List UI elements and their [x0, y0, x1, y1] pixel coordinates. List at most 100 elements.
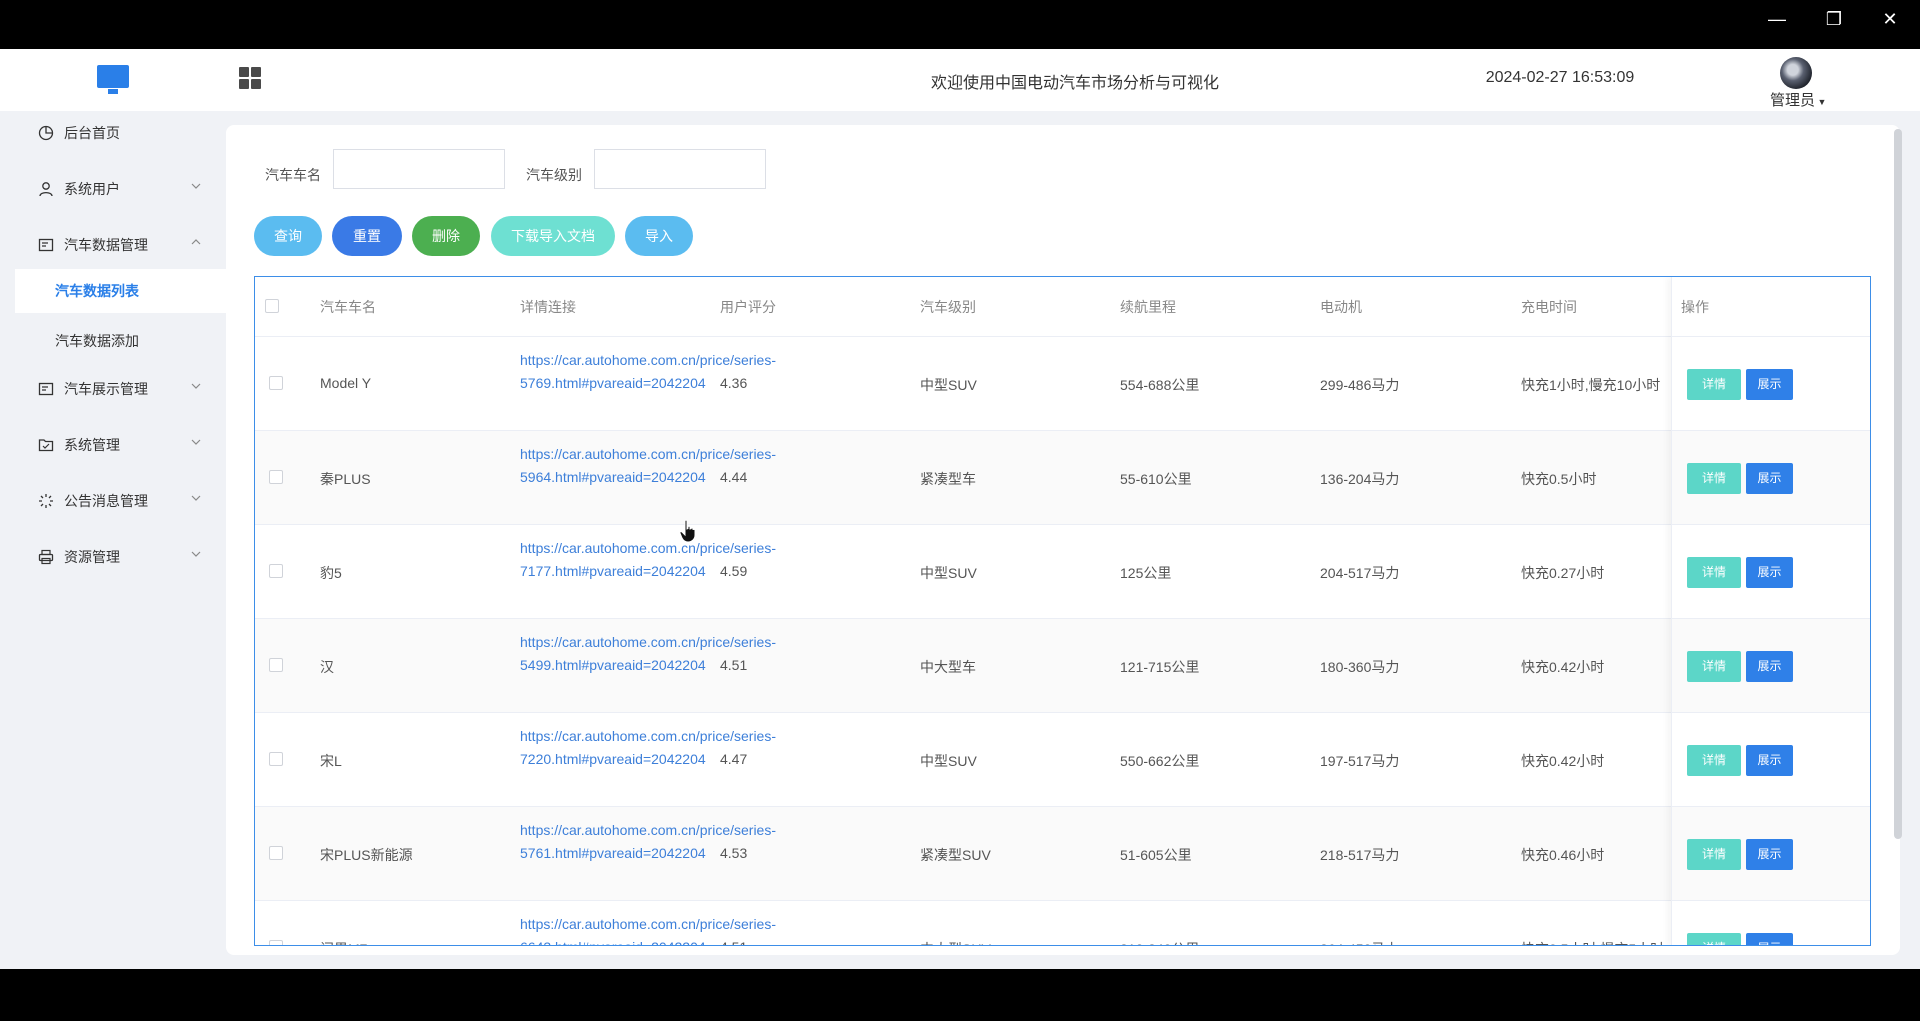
col-header-rating: 用户评分 [720, 299, 776, 315]
minimize-icon[interactable]: — [1757, 8, 1797, 30]
table-row: 汉 https://car.autohome.com.cn/price/serie… [255, 619, 1870, 713]
sidebar-item-label: 汽车数据管理 [64, 237, 148, 253]
cell-charge: 快充1小时,慢充10小时 [1521, 377, 1661, 393]
car-level-input[interactable] [594, 149, 766, 189]
cell-level: 紧凑型SUV [920, 847, 991, 863]
cell-range: 554-688公里 [1120, 377, 1200, 393]
cell-level: 中大型SUV [920, 939, 991, 945]
cell-link[interactable]: https://car.autohome.com.cn/price/series… [520, 725, 776, 771]
row-checkbox[interactable] [269, 940, 283, 945]
sidebar-item-home[interactable]: 后台首页 [15, 111, 226, 155]
cell-link[interactable]: https://car.autohome.com.cn/price/series… [520, 537, 776, 583]
row-checkbox[interactable] [269, 658, 283, 672]
cell-link[interactable]: https://car.autohome.com.cn/price/series… [520, 443, 776, 489]
sidebar-item-resources[interactable]: 资源管理 [15, 535, 226, 579]
taskbar [0, 969, 1920, 1021]
cell-name: 豹5 [320, 565, 342, 581]
row-checkbox[interactable] [269, 564, 283, 578]
actions-column [1671, 277, 1870, 945]
cell-rating: 4.47 [720, 751, 748, 767]
cell-motor: 180-360马力 [1320, 659, 1400, 675]
col-header-level: 汽车级别 [920, 299, 976, 315]
chevron-down-icon [191, 439, 201, 445]
cell-name: Model Y [320, 375, 372, 391]
sidebar-item-label: 后台首页 [64, 125, 120, 141]
col-header-motor: 电动机 [1320, 299, 1362, 315]
cell-range: 550-662公里 [1120, 753, 1200, 769]
loading-icon [39, 494, 53, 508]
reset-button[interactable]: 重置 [332, 216, 402, 256]
cell-link[interactable]: https://car.autohome.com.cn/price/series… [520, 349, 776, 395]
cell-level: 中大型车 [920, 659, 976, 675]
row-checkbox[interactable] [269, 376, 283, 390]
cell-name: 汉 [320, 659, 334, 675]
chevron-down-icon [191, 183, 201, 189]
cell-motor: 264-450马力 [1320, 939, 1399, 945]
top-header: 欢迎使用中国电动汽车市场分析与可视化 2024-02-27 16:53:09 管… [0, 49, 1920, 111]
cell-link[interactable]: https://car.autohome.com.cn/price/series… [520, 819, 776, 865]
chevron-down-icon [191, 551, 201, 557]
col-header-range: 续航里程 [1120, 299, 1176, 315]
cell-motor: 204-517马力 [1320, 565, 1400, 581]
table-row: 宋L https://car.autohome.com.cn/price/seri… [255, 713, 1870, 807]
cell-charge: 快充0.46小时 [1521, 847, 1605, 863]
page-title: 欢迎使用中国电动汽车市场分析与可视化 [930, 75, 1219, 92]
cell-level: 紧凑型车 [920, 471, 976, 487]
col-header-name: 汽车车名 [320, 299, 376, 315]
sidebar-item-car-data-management[interactable]: 汽车数据管理 [15, 223, 226, 267]
sidebar-item-car-data-list[interactable]: 汽车数据列表 [15, 269, 226, 313]
cell-motor: 197-517马力 [1320, 753, 1400, 769]
restore-icon[interactable]: ❐ [1814, 8, 1854, 30]
car-level-label: 汽车级别 [526, 167, 582, 183]
table-header: 汽车车名 详情连接 用户评分 汽车级别 续航里程 电动机 充电时间 操作 [255, 277, 1870, 337]
cell-motor: 218-517马力 [1320, 847, 1400, 863]
current-datetime: 2024-02-27 16:53:09 [1485, 69, 1635, 86]
col-header-charge: 充电时间 [1521, 299, 1577, 315]
cell-link[interactable]: https://car.autohome.com.cn/price/series… [520, 913, 776, 945]
sidebar-item-announcements[interactable]: 公告消息管理 [15, 479, 226, 523]
sidebar-item-system-management[interactable]: 系统管理 [15, 423, 226, 467]
import-button[interactable]: 导入 [625, 216, 693, 256]
user-icon [39, 182, 53, 197]
delete-button[interactable]: 删除 [412, 216, 480, 256]
cell-charge: 快充0.27小时 [1521, 565, 1605, 581]
apps-grid-icon[interactable] [239, 67, 261, 89]
cell-rating: 4.36 [720, 375, 748, 391]
cell-range: 210-240公里 [1120, 939, 1199, 945]
page-scrollbar[interactable] [1894, 129, 1902, 839]
sidebar-item-car-data-add[interactable]: 汽车数据添加 [15, 319, 226, 363]
sidebar-item-car-display-management[interactable]: 汽车展示管理 [15, 367, 226, 411]
table-row: 豹5 https://car.autohome.com.cn/price/seri… [255, 525, 1870, 619]
chevron-down-icon [191, 495, 201, 501]
folder-icon [38, 439, 54, 452]
document-icon [38, 238, 54, 252]
car-name-label: 汽车车名 [265, 167, 321, 183]
row-checkbox[interactable] [269, 846, 283, 860]
avatar[interactable] [1780, 57, 1812, 89]
cell-range: 51-605公里 [1120, 847, 1192, 863]
sidebar-item-label: 汽车展示管理 [64, 381, 148, 397]
car-name-input[interactable] [333, 149, 505, 189]
table-row: 宋PLUS新能源 https://car.autohome.com.cn/pric… [255, 807, 1870, 901]
close-icon[interactable]: ✕ [1870, 8, 1910, 30]
col-header-link: 详情连接 [520, 299, 576, 315]
select-all-checkbox[interactable] [265, 299, 279, 313]
table-row: 秦PLUS https://car.autohome.com.cn/price/s… [255, 431, 1870, 525]
table-row: 问界M7 https://car.autohome.com.cn/price/se… [255, 901, 1870, 945]
download-template-button[interactable]: 下载导入文档 [491, 216, 615, 256]
content-panel: 汽车车名 汽车级别 查询 重置 删除 下载导入文档 导入 汽车车名 详情连接 用… [226, 125, 1900, 955]
cell-link[interactable]: https://car.autohome.com.cn/price/series… [520, 631, 776, 677]
pie-chart-icon [38, 125, 54, 141]
sidebar-item-label: 公告消息管理 [64, 493, 148, 509]
cell-rating: 4.51 [720, 657, 748, 673]
sidebar-item-system-users[interactable]: 系统用户 [15, 167, 226, 211]
sidebar-item-label: 系统用户 [64, 181, 120, 197]
sidebar: 后台首页 系统用户 汽车数据管理 汽车数据列表 汽车数据添加 汽车展示管理 系统… [15, 111, 226, 969]
query-button[interactable]: 查询 [254, 216, 322, 256]
cell-range: 125公里 [1120, 565, 1172, 581]
row-checkbox[interactable] [269, 752, 283, 766]
car-data-table: 汽车车名 详情连接 用户评分 汽车级别 续航里程 电动机 充电时间 操作 Mod… [254, 276, 1871, 946]
row-checkbox[interactable] [269, 470, 283, 484]
chevron-down-icon [191, 383, 201, 389]
user-menu[interactable]: 管理员 ▼ [1770, 89, 1826, 110]
